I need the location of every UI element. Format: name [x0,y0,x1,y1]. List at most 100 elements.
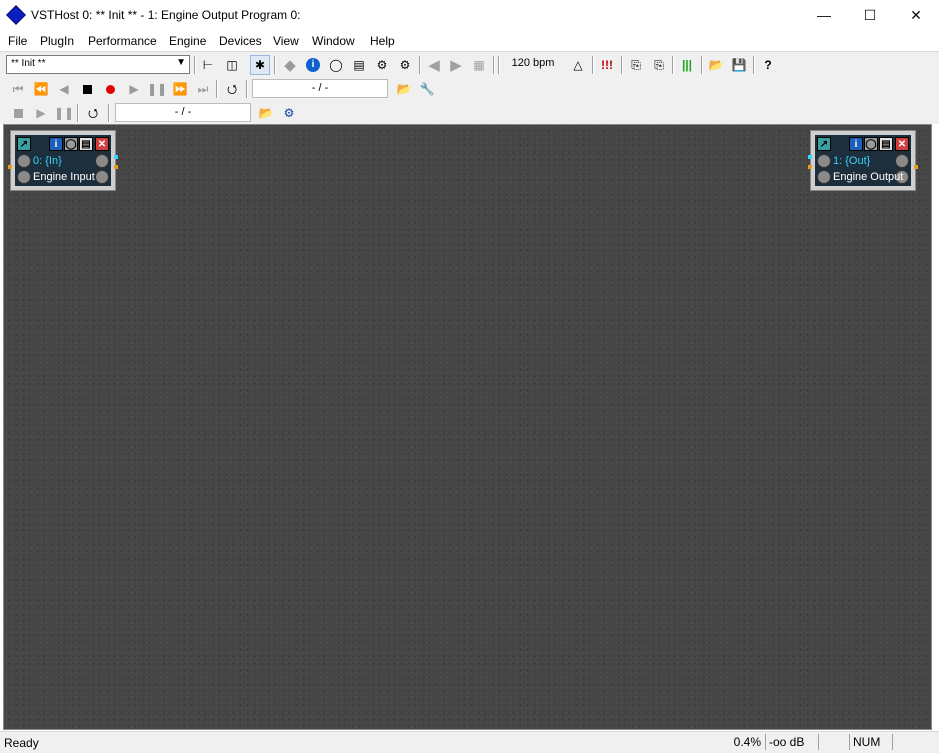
panic-icon: !!! [601,58,613,72]
recorder-open-file-button[interactable]: 📂 [256,103,276,123]
player-step-back-button[interactable]: ◀ [54,79,74,99]
plugin-editor-button[interactable]: ▤ [349,55,369,75]
info-icon[interactable]: i [49,137,63,151]
save-performance-button[interactable]: 💾 [729,55,749,75]
plugin-config-button[interactable]: ⚙ [395,55,415,75]
performance-combo[interactable]: ** Init ** ▼ [6,55,190,74]
title-bar[interactable]: VSTHost 0: ** Init ** - 1: Engine Output… [0,0,939,31]
plugin-engine-input[interactable]: ↗ i ◯ ▤ ✕ 0: {In} Engine Input [8,130,118,191]
stop-icon [82,84,92,94]
player-pause-button[interactable]: ❚❚ [147,79,167,99]
toolbar-area: ** Init ** ▼ ⊢ ◫ ✱ ◆ i ◯ ▤ ⚙ ⚙ ◀ ▶ ▦ 120… [0,51,939,124]
pause-icon: ❚❚ [146,82,168,96]
folder-open-icon: 📂 [258,106,274,120]
knob-icon[interactable] [817,154,831,168]
player-config-button[interactable]: 🔧 [417,79,437,99]
pause-icon: ❚❚ [53,106,75,120]
knob-icon[interactable] [817,170,831,184]
open-performance-button[interactable]: 📂 [706,55,726,75]
app-diamond-icon[interactable] [6,5,26,25]
close-icon[interactable]: ✕ [95,137,109,151]
input-pin[interactable] [808,165,812,169]
player-loop-button[interactable]: ⭯ [222,79,242,99]
keyboard-edit-button[interactable]: ⎘ [649,55,669,75]
input-pin[interactable] [808,155,812,159]
previous-program-button[interactable]: ◀ [424,55,444,75]
next-program-button[interactable]: ▶ [446,55,466,75]
player-skip-end-button[interactable]: ⏭ [193,79,213,99]
chain-after-button[interactable]: ⊢ [198,55,218,75]
level-meter-button[interactable]: ||| [677,55,697,75]
chain-after-icon: ⊢ [202,58,214,72]
output-pin[interactable] [114,155,118,159]
step-back-icon: ◀ [59,82,69,96]
bypass-icon[interactable]: ◯ [64,137,78,151]
plugin-bypass-button[interactable]: ◯ [326,55,346,75]
menu-performance[interactable]: Performance [88,34,157,48]
close-icon: ✕ [910,6,922,23]
recorder-position-display[interactable]: - / - [115,103,251,122]
chevron-down-icon[interactable]: ▼ [176,57,186,68]
recorder-loop-button[interactable]: ⭯ [83,103,103,123]
info-icon[interactable]: i [849,137,863,151]
plugin-diamond-button[interactable]: ◆ [280,55,300,75]
recorder-play-button[interactable]: ▶ [31,103,51,123]
knob-icon[interactable] [895,154,909,168]
player-stop-button[interactable] [77,79,97,99]
player-play-button[interactable]: ▶ [124,79,144,99]
menu-window[interactable]: Window [312,34,355,48]
menu-engine[interactable]: Engine [169,34,206,48]
knob-icon[interactable] [95,170,109,184]
plugin-panel: ↗ i ◯ ▤ ✕ 1: {Out} Engine Output [815,135,911,186]
close-button[interactable]: ✕ [893,0,939,30]
input-pin[interactable] [8,165,12,169]
player-position-display[interactable]: - / - [252,79,388,98]
chain-workspace[interactable]: ↗ i ◯ ▤ ✕ 0: {In} Engine Input ↗ i ◯ ▤ ✕ [3,124,932,730]
toolbar-separator [77,104,79,122]
close-icon[interactable]: ✕ [895,137,909,151]
menu-plugin[interactable]: PlugIn [40,34,74,48]
plugin-info-button[interactable]: i [303,55,323,75]
save-icon: 💾 [731,58,747,72]
stop-icon [13,108,23,118]
recorder-stop-button[interactable] [8,103,28,123]
toolbar-separator [194,56,196,74]
cpu-load: 0.4% [733,735,761,749]
toolbar-separator [621,56,623,74]
program-list-button[interactable]: ▦ [469,55,489,75]
recorder-pause-button[interactable]: ❚❚ [54,103,74,123]
plugin-chain-button[interactable]: ⚙ [372,55,392,75]
tempo-display[interactable]: 120 bpm [503,55,563,74]
plugin-engine-output[interactable]: ↗ i ◯ ▤ ✕ 1: {Out} Engine Output [808,130,918,191]
knob-icon[interactable] [17,154,31,168]
maximize-button[interactable]: ☐ [847,0,893,30]
editor-icon[interactable]: ▤ [879,137,893,151]
editor-icon[interactable]: ▤ [79,137,93,151]
player-fast-rewind-button[interactable]: ⏪ [31,79,51,99]
plugin-name-label: Engine Input [33,171,95,183]
metronome-button[interactable]: △ [568,55,588,75]
menu-help[interactable]: Help [370,34,395,48]
output-pin[interactable] [114,165,118,169]
player-open-file-button[interactable]: 📂 [394,79,414,99]
menu-view[interactable]: View [273,34,299,48]
auto-connect-button[interactable]: ✱ [250,55,270,75]
bypass-icon[interactable]: ◯ [864,137,878,151]
chain-before-button[interactable]: ◫ [222,55,242,75]
knob-icon[interactable] [17,170,31,184]
recorder-config-button[interactable]: ⚙ [279,103,299,123]
player-record-button[interactable] [100,79,120,99]
menu-devices[interactable]: Devices [219,34,262,48]
menu-file[interactable]: File [8,34,27,48]
plugin-connect-icon[interactable]: ↗ [817,137,831,151]
plugin-index-label: 0: {In} [33,155,62,167]
knob-icon[interactable] [95,154,109,168]
output-pin[interactable] [914,165,918,169]
keyboard-button[interactable]: ⎘ [626,55,646,75]
help-button[interactable]: ? [758,55,778,75]
minimize-button[interactable]: — [801,0,847,30]
player-fast-forward-button[interactable]: ⏩ [170,79,190,99]
plugin-connect-icon[interactable]: ↗ [17,137,31,151]
player-rewind-start-button[interactable]: ⏮ [8,79,28,99]
panic-button[interactable]: !!! [597,55,617,75]
